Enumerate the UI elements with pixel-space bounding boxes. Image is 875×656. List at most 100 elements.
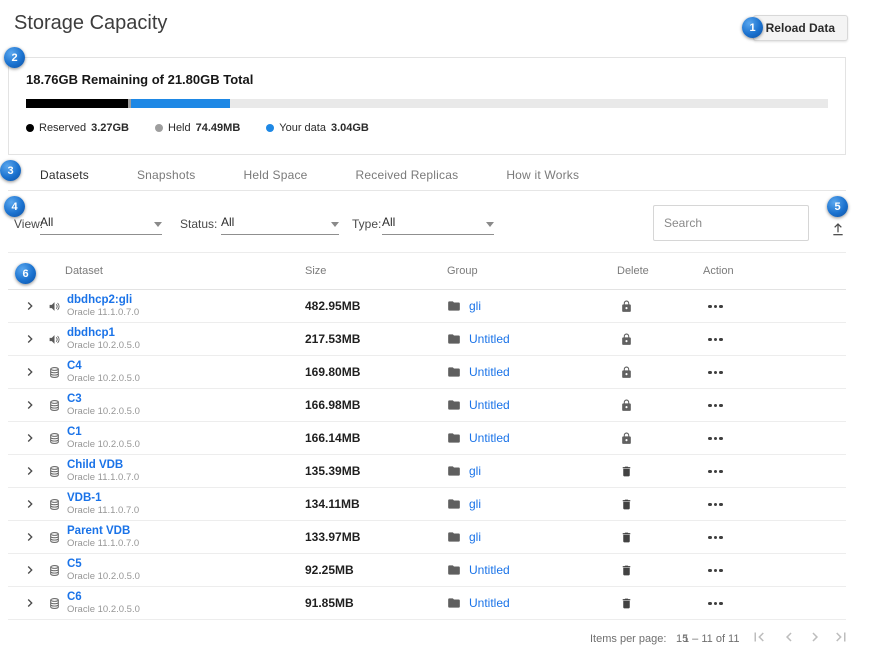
dataset-name-link[interactable]: Parent VDB — [67, 525, 139, 538]
tab-how-it-works[interactable]: How it Works — [506, 168, 579, 182]
callout-badge-3: 3 — [0, 160, 21, 181]
dataset-name-link[interactable]: C3 — [67, 393, 140, 406]
expand-row-button[interactable] — [18, 323, 42, 355]
legend-label: Held — [168, 122, 191, 134]
vdb-icon — [48, 399, 61, 412]
row-actions-button[interactable] — [708, 304, 723, 308]
row-actions-button[interactable] — [708, 337, 723, 341]
table-row: Child VDB Oracle 11.1.0.7.0 135.39MB gli — [8, 455, 846, 488]
folder-icon — [447, 530, 461, 544]
expand-row-button[interactable] — [18, 422, 42, 454]
delete-cell — [620, 521, 633, 553]
group-name-link[interactable]: gli — [469, 530, 481, 544]
view-select[interactable]: All — [40, 207, 162, 235]
dataset-name-link[interactable]: C1 — [67, 426, 140, 439]
delete-button[interactable] — [620, 465, 633, 478]
action-cell — [708, 323, 723, 355]
row-actions-button[interactable] — [708, 469, 723, 473]
tab-datasets[interactable]: Datasets — [40, 168, 89, 182]
tab-received-replicas[interactable]: Received Replicas — [356, 168, 459, 182]
dataset-name-link[interactable]: dbdhcp2:gli — [67, 294, 139, 307]
row-actions-button[interactable] — [708, 370, 723, 374]
row-actions-button[interactable] — [708, 502, 723, 506]
group-name-link[interactable]: gli — [469, 497, 481, 511]
first-page-button[interactable] — [750, 628, 768, 646]
action-cell — [708, 587, 723, 619]
size-cell: 482.95MB — [305, 290, 360, 322]
expand-row-button[interactable] — [18, 455, 42, 487]
dataset-name-link[interactable]: Child VDB — [67, 459, 139, 472]
expand-row-button[interactable] — [18, 521, 42, 553]
group-name-link[interactable]: Untitled — [469, 563, 510, 577]
trash-icon — [620, 531, 633, 544]
tab-held-space[interactable]: Held Space — [243, 168, 307, 182]
dsource-icon — [48, 333, 61, 346]
vdb-icon — [48, 432, 61, 445]
previous-page-button[interactable] — [780, 628, 798, 646]
lock-icon — [620, 366, 633, 379]
reload-data-button[interactable]: Reload Data — [753, 15, 848, 41]
delete-button[interactable] — [620, 498, 633, 511]
size-cell: 92.25MB — [305, 554, 354, 586]
table-row: dbdhcp1 Oracle 10.2.0.5.0 217.53MB Untit… — [8, 323, 846, 356]
lock-icon — [620, 432, 633, 445]
expand-row-button[interactable] — [18, 587, 42, 619]
delete-button[interactable] — [620, 531, 633, 544]
delete-button[interactable] — [620, 597, 633, 610]
delete-cell — [620, 422, 633, 454]
folder-icon — [447, 299, 461, 313]
more-horizontal-icon — [708, 371, 723, 375]
chevron-right-icon — [806, 628, 824, 646]
dataset-cell: C1 Oracle 10.2.0.5.0 — [67, 422, 140, 454]
folder-icon — [447, 497, 461, 511]
expand-row-button[interactable] — [18, 554, 42, 586]
group-name-link[interactable]: gli — [469, 464, 481, 478]
your-data-dot-icon — [266, 124, 274, 132]
search-input[interactable] — [653, 205, 809, 241]
expand-row-button[interactable] — [18, 290, 42, 322]
export-button[interactable] — [828, 219, 848, 239]
bar-segment-reserved — [26, 99, 128, 108]
dataset-name-link[interactable]: C5 — [67, 558, 140, 571]
dataset-name-link[interactable]: VDB-1 — [67, 492, 139, 505]
size-cell: 166.98MB — [305, 389, 360, 421]
chevron-down-icon — [331, 222, 339, 227]
delete-cell — [620, 455, 633, 487]
chevron-right-icon — [22, 331, 38, 347]
expand-row-button[interactable] — [18, 488, 42, 520]
dataset-type-cell — [48, 455, 61, 487]
dataset-cell: VDB-1 Oracle 11.1.0.7.0 — [67, 488, 139, 520]
group-name-link[interactable]: gli — [469, 299, 481, 313]
group-name-link[interactable]: Untitled — [469, 365, 510, 379]
size-cell: 217.53MB — [305, 323, 360, 355]
row-actions-button[interactable] — [708, 535, 723, 539]
type-select[interactable]: All — [382, 207, 494, 235]
group-name-link[interactable]: Untitled — [469, 596, 510, 610]
delete-button[interactable] — [620, 564, 633, 577]
row-actions-button[interactable] — [708, 436, 723, 440]
row-actions-button[interactable] — [708, 601, 723, 605]
vdb-icon — [48, 465, 61, 478]
table-row: VDB-1 Oracle 11.1.0.7.0 134.11MB gli — [8, 488, 846, 521]
reserved-dot-icon — [26, 124, 34, 132]
group-name-link[interactable]: Untitled — [469, 431, 510, 445]
capacity-panel: 18.76GB Remaining of 21.80GB Total Reser… — [8, 57, 846, 155]
row-actions-button[interactable] — [708, 403, 723, 407]
expand-row-button[interactable] — [18, 389, 42, 421]
dataset-name-link[interactable]: C4 — [67, 360, 140, 373]
dataset-name-link[interactable]: dbdhcp1 — [67, 327, 140, 340]
folder-icon — [447, 332, 461, 346]
group-name-link[interactable]: Untitled — [469, 332, 510, 346]
size-cell: 166.14MB — [305, 422, 360, 454]
legend-value: 3.27GB — [91, 122, 129, 134]
row-actions-button[interactable] — [708, 568, 723, 572]
dataset-name-link[interactable]: C6 — [67, 591, 140, 604]
status-select[interactable]: All — [221, 207, 339, 235]
dataset-cell: C3 Oracle 10.2.0.5.0 — [67, 389, 140, 421]
group-name-link[interactable]: Untitled — [469, 398, 510, 412]
last-page-button[interactable] — [832, 628, 850, 646]
tab-snapshots[interactable]: Snapshots — [137, 168, 196, 182]
expand-row-button[interactable] — [18, 356, 42, 388]
more-horizontal-icon — [708, 305, 723, 309]
next-page-button[interactable] — [806, 628, 824, 646]
